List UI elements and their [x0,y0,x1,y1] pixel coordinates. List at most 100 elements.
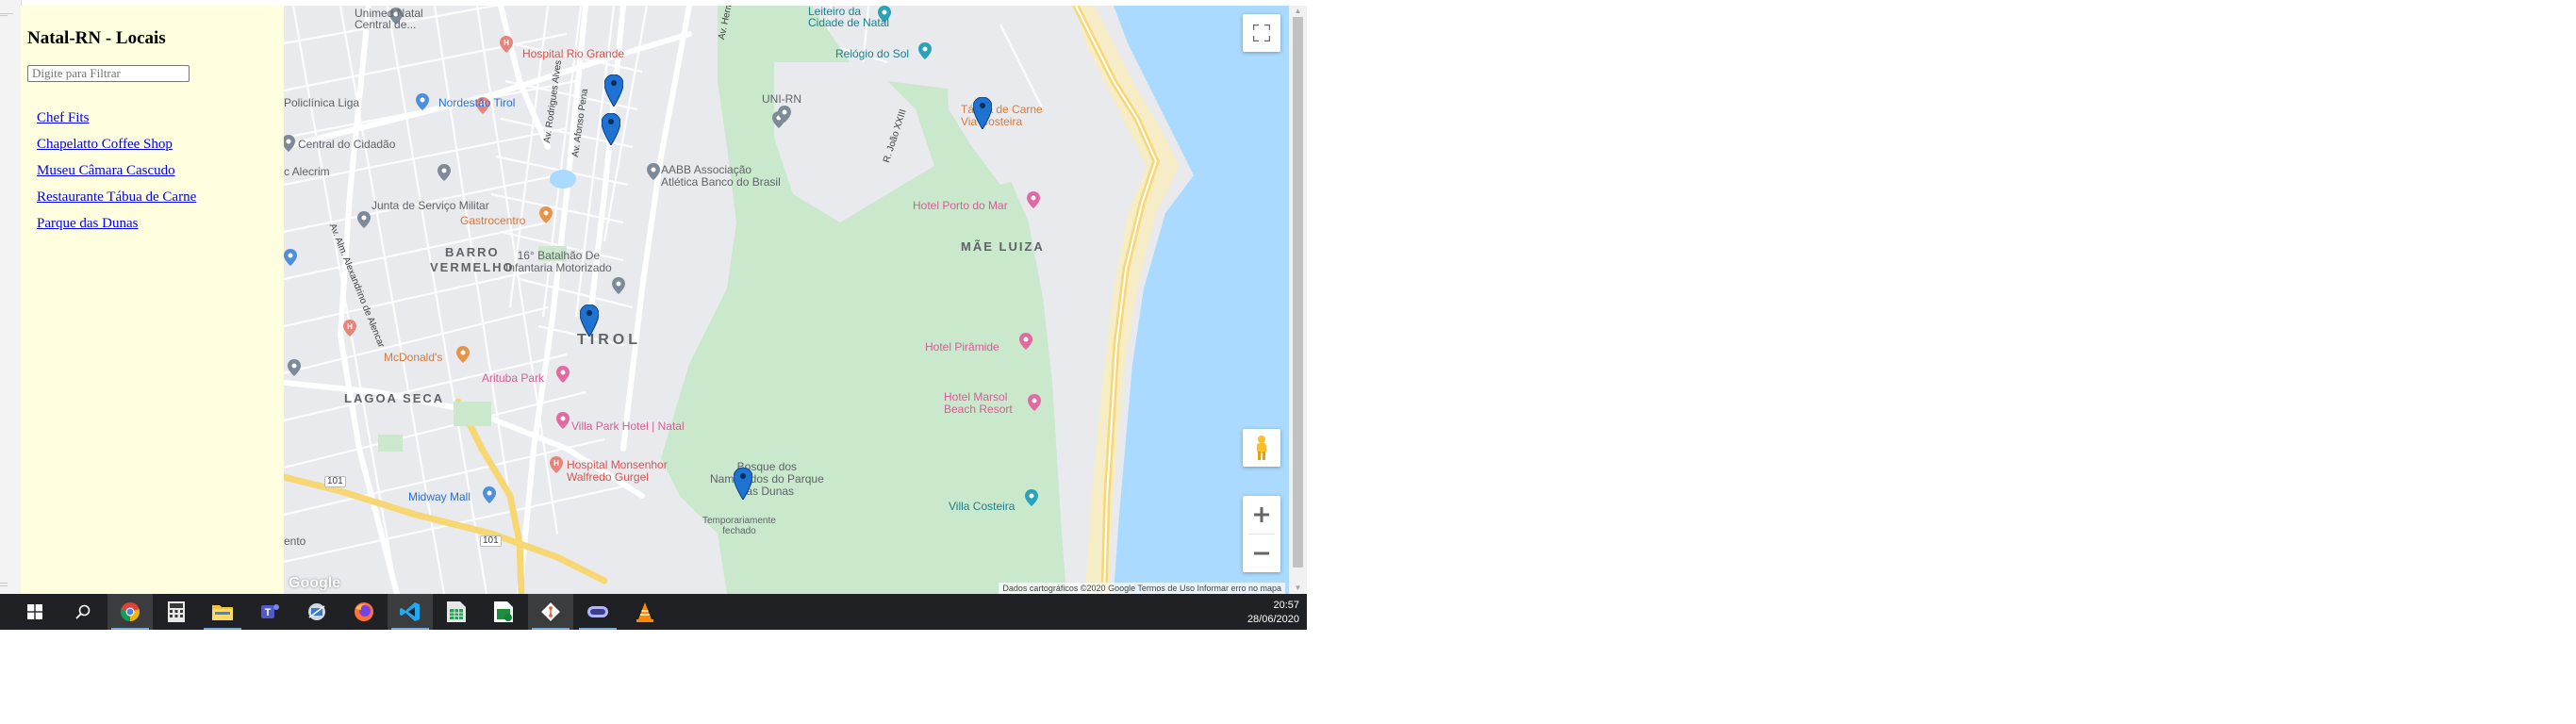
terminal-icon [587,606,608,617]
windows-logo-icon [27,604,42,619]
poi-pin-icon [778,106,791,123]
svg-text:T: T [265,607,272,618]
taskbar: T 20:57 28/06/2020 [0,594,1307,630]
zoom-controls [1243,496,1280,572]
vertical-scrollbar[interactable]: ▲ ▼ [1289,6,1307,594]
restaurant-pin-icon [456,346,470,363]
taskbar-spreadsheet[interactable] [434,594,479,630]
map-label-mcdonalds: McDonald's [384,351,443,364]
spreadsheet-icon [447,601,466,622]
hotel-pin-icon [1028,394,1041,411]
plus-icon [1254,507,1269,522]
active-indicator [111,628,149,630]
map-label-unimed: Unimed Natal Central de... [355,7,423,31]
road-shield-101: 101 [480,535,502,547]
map-label-mae-luiza: MÃE LUIZA [961,239,1045,254]
poi-pin-icon [284,135,295,152]
zoom-out-button[interactable] [1243,535,1280,572]
taskbar-git[interactable] [528,594,573,630]
map-label-temporariamente: Temporariamente fechado [702,516,776,536]
taskbar-remote-desktop[interactable] [294,594,339,630]
git-icon [541,602,560,621]
page-title: Natal-RN - Locais [27,28,166,48]
map[interactable]: H H H H Unimed Natal Central de... Leite… [284,6,1289,594]
start-button[interactable] [12,594,58,630]
taskbar-teams[interactable]: T [247,594,292,630]
road-shield-101: 101 [324,476,346,487]
map-label-villa-costeira: Villa Costeira [949,500,1016,513]
hotel-pin-icon [556,412,570,429]
poi-pin-icon [288,359,301,376]
calculator-icon [168,601,185,622]
taskbar-clock[interactable]: 20:57 28/06/2020 [1247,599,1299,627]
chrome-icon [121,602,140,621]
map-label-hotel-piramide: Hotel Pirâmide [925,340,999,354]
poi-teal-pin-icon [1025,489,1038,506]
hospital-pin-icon: H [343,320,356,337]
map-label-midway: Midway Mall [408,490,471,503]
fullscreen-icon [1253,25,1270,41]
folder-icon [212,605,233,620]
open-indicator [204,628,241,630]
map-label-leiteiro: Leiteiro da Cidade de Natal [808,6,890,29]
map-label-uni-rn: UNI-RN [762,92,801,106]
list-item: Chapelatto Coffee Shop [37,136,196,162]
poi-pin-icon [647,163,660,180]
taskbar-terminal[interactable] [575,594,620,630]
marker-restaurante-icon[interactable] [973,97,992,129]
place-link-restaurante[interactable]: Restaurante Tábua de Carne [37,189,196,205]
svg-text:H: H [347,322,353,331]
poi-pin-icon [438,164,451,181]
hospital-pin-icon: H [550,456,563,473]
map-label-centro-cidadao: Central do Cidadão [298,138,396,151]
hospital-pin-icon: H [500,36,513,53]
hotel-pin-icon [1019,333,1032,350]
fullscreen-button[interactable] [1243,14,1280,52]
marker-chapelatto-icon[interactable] [602,113,620,145]
open-indicator [579,628,617,630]
street-view-pegman-button[interactable] [1243,429,1280,467]
taskbar-file-explorer[interactable] [200,594,245,630]
taskbar-firefox[interactable] [341,594,387,630]
map-label-hotel-porto-mar: Hotel Porto do Mar [913,199,1008,212]
map-attribution[interactable]: Dados cartográficos ©2020 Google Termos … [999,583,1285,594]
clock-date: 28/06/2020 [1247,614,1299,625]
taskbar-chrome[interactable] [107,594,153,630]
map-label-barro-vermelho: BARRO VERMELHO [430,245,515,274]
zoom-in-button[interactable] [1243,496,1280,534]
svg-text:H: H [504,39,509,47]
spreadsheet-doc-icon [494,601,513,622]
map-label-arituba: Arituba Park [482,371,545,385]
place-link-chef-fits[interactable]: Chef Fits [37,110,89,125]
active-indicator [532,628,570,630]
scroll-up-arrow-icon[interactable]: ▲ [1289,6,1307,17]
marker-chef-fits-icon[interactable] [604,74,623,107]
pegman-icon [1257,436,1266,460]
map-label-hotel-marsol: Hotel Marsol Beach Resort [944,390,1013,416]
filter-input[interactable] [27,65,190,82]
marker-museu-icon[interactable] [580,304,599,337]
sidebar: Natal-RN - Locais Chef Fits Chapelatto C… [21,6,284,594]
scrollbar-thumb[interactable] [1293,17,1303,568]
svg-text:H: H [553,459,559,468]
taskbar-vlc[interactable] [622,594,668,630]
vscode-icon [400,602,420,621]
map-label-hospital-monsenhor: Hospital Monsenhor Walfredo Gurgel [567,458,668,484]
list-item: Museu Câmara Cascudo [37,162,196,189]
search-icon [75,604,91,619]
place-link-museu[interactable]: Museu Câmara Cascudo [37,163,175,178]
taskbar-spreadsheet-2[interactable] [481,594,526,630]
taskbar-calculator[interactable] [154,594,199,630]
scroll-down-arrow-icon[interactable]: ▼ [1289,583,1307,594]
taskbar-vscode[interactable] [388,594,433,630]
place-link-parque[interactable]: Parque das Dunas [37,216,138,231]
active-indicator [391,628,429,630]
list-item: Restaurante Tábua de Carne [37,189,196,215]
marker-parque-icon[interactable] [734,468,752,500]
restaurant-pin-icon [539,206,553,223]
map-label-nordestao: Nordestão Tirol [438,96,516,109]
taskbar-search-button[interactable] [60,594,106,630]
google-logo: Google [289,575,341,591]
map-label-ento: ento [284,535,306,548]
place-link-chapelatto[interactable]: Chapelatto Coffee Shop [37,137,173,152]
